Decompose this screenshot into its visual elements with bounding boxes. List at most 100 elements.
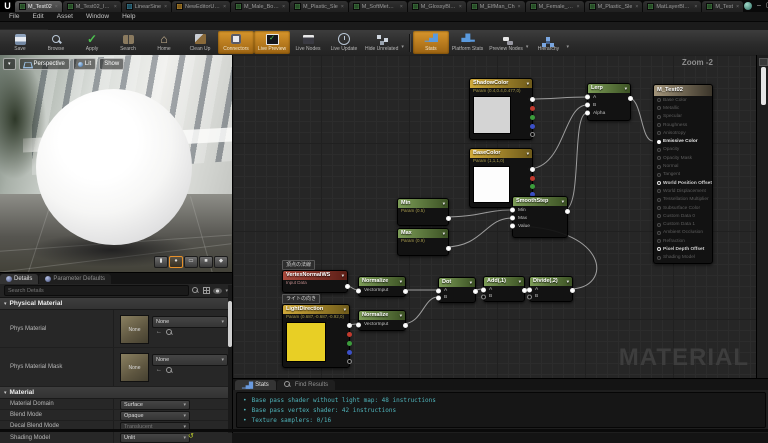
plane-shape-button[interactable]: ▭ [184, 256, 198, 268]
close-tab-icon[interactable]: × [459, 4, 462, 10]
output-pin[interactable] [570, 288, 575, 293]
output-pin-a[interactable] [347, 359, 352, 364]
cylinder-shape-button[interactable]: ▮ [154, 256, 168, 268]
doc-tab-m-test02-inst[interactable]: M_Test02_Inst× [63, 1, 121, 12]
output-pin-a[interactable] [530, 132, 535, 137]
live-update-toggle[interactable]: Live Update [326, 31, 362, 54]
material-domain-dropdown[interactable]: Surface▾ [120, 400, 190, 410]
node-normalize-2[interactable]: Normalize▾ VectorInput [358, 310, 406, 331]
material-pin-tangent[interactable]: Tangent [654, 171, 712, 179]
material-pin-anisotropy[interactable]: Anisotropy [654, 129, 712, 137]
display-filter-eye-icon[interactable] [213, 288, 222, 294]
output-pin[interactable] [473, 289, 478, 294]
color-swatch[interactable] [286, 322, 326, 362]
doc-tab-m-plastic-1[interactable]: M_Plastic_Sle× [290, 1, 348, 12]
output-pin[interactable] [403, 289, 408, 294]
node-add[interactable]: Add(,1)▾ A B [483, 276, 525, 302]
material-pin-subsurface-color[interactable]: Subsurface Color [654, 204, 712, 212]
input-pin-b[interactable] [436, 295, 441, 300]
close-tab-icon[interactable]: × [341, 4, 344, 10]
doc-tab-neweditorutility[interactable]: NewEditorUtility× [172, 1, 230, 12]
material-pin-opacity-mask[interactable]: Opacity Mask [654, 154, 712, 162]
tab-stats[interactable]: ▁▄█Stats [235, 380, 276, 390]
comment-light-direction[interactable]: ライトの向き [282, 294, 320, 304]
material-pin-metallic[interactable]: Metallic [654, 104, 712, 112]
doc-tab-m-elfman[interactable]: M_ElfMan_Ch× [467, 1, 525, 12]
collapsed-palette-strip[interactable] [756, 55, 768, 378]
property-matrix-icon[interactable] [203, 287, 210, 294]
output-pin[interactable] [345, 284, 350, 289]
input-pin-b[interactable] [527, 294, 532, 299]
apply-button[interactable]: ✓Apply [74, 31, 110, 54]
phys-material-thumbnail[interactable]: None [120, 315, 149, 344]
input-pin-vectorinput[interactable] [356, 322, 361, 327]
node-lightdirection[interactable]: LightDirection▾ Param (0.687,-0.687,-0.9… [282, 304, 350, 368]
lit-mode-button[interactable]: Lit [73, 58, 96, 70]
input-pin-min[interactable] [510, 208, 515, 213]
close-tab-icon[interactable]: × [518, 4, 521, 10]
hierarchy-caret[interactable]: ▾ [566, 44, 569, 50]
node-smoothstep[interactable]: SmoothStep▾ Min Max Value [512, 196, 568, 238]
save-button[interactable]: Save [2, 31, 38, 54]
material-pin-ambient-occlusion[interactable]: Ambient Occlusion [654, 229, 712, 237]
feedback-icon[interactable] [744, 2, 752, 10]
output-pin-g[interactable] [530, 115, 535, 120]
close-tab-icon[interactable]: × [223, 4, 226, 10]
hide-unrelated-options-caret[interactable]: ▾ [401, 44, 404, 50]
node-lerp[interactable]: Lerp▾ A B Alpha [587, 83, 631, 121]
menu-window[interactable]: Window [86, 13, 109, 20]
live-nodes-toggle[interactable]: Live Nodes [290, 31, 326, 54]
output-pin-rgba[interactable] [347, 323, 352, 328]
material-pin-refraction[interactable]: Refraction [654, 237, 712, 245]
phys-material-dropdown[interactable]: None▾ [152, 316, 228, 328]
output-pin[interactable] [565, 209, 570, 214]
menu-asset[interactable]: Asset [57, 13, 73, 20]
sphere-shape-button[interactable]: ● [169, 256, 183, 268]
output-pin-g[interactable] [347, 341, 352, 346]
tab-details[interactable]: Details [0, 274, 38, 284]
material-pin-custom-data-0[interactable]: Custom Data 0 [654, 212, 712, 220]
doc-tab-linearsine[interactable]: LinearSine× [122, 1, 171, 12]
node-max-param[interactable]: Max▾ Param (0.9) [397, 228, 449, 256]
material-pin-pixel-depth-offset[interactable]: Pixel Depth Offset [654, 245, 712, 253]
close-tab-icon[interactable]: × [164, 4, 167, 10]
output-pin[interactable] [403, 323, 408, 328]
input-pin-vectorinput[interactable] [356, 288, 361, 293]
output-pin[interactable] [446, 216, 451, 221]
browse-button[interactable]: Browse [38, 31, 74, 54]
node-min-param[interactable]: Min▾ Param (0.5) [397, 198, 449, 226]
input-pin-a[interactable] [585, 95, 590, 100]
input-pin-max[interactable] [510, 216, 515, 221]
show-button[interactable]: Show [99, 58, 124, 70]
material-pin-base-color[interactable]: Base Color [654, 96, 712, 104]
material-pin-tessellation-multiplier[interactable]: Tessellation Multiplier [654, 196, 712, 204]
viewport-options-button[interactable]: ▾ [3, 58, 16, 70]
node-material-output[interactable]: M_Test02 Base Color Metallic Specular Ro… [653, 84, 713, 264]
material-pin-shading-model[interactable]: Shading Model [654, 254, 712, 262]
input-pin-a[interactable] [436, 288, 441, 293]
preview-nodes-caret[interactable]: ▾ [526, 44, 529, 50]
minimize-button[interactable]: – [757, 1, 761, 11]
custom-mesh-button[interactable]: ◆ [214, 256, 228, 268]
search-button[interactable]: Search [110, 31, 146, 54]
output-pin[interactable] [628, 96, 633, 101]
hierarchy-button[interactable]: Hierarchy [530, 31, 566, 54]
platform-stats-toggle[interactable]: ▄█▂Platform Stats [449, 31, 486, 54]
input-pin-a[interactable] [481, 287, 486, 292]
close-tab-icon[interactable]: × [635, 4, 638, 10]
doc-tab-matlayerblend[interactable]: MatLayerBlend× [643, 1, 701, 12]
output-pin-r[interactable] [530, 106, 535, 111]
node-vertexnormalws[interactable]: VertexNormalWS▾ Input Data [282, 270, 348, 293]
material-pin-world-displacement[interactable]: World Displacement [654, 187, 712, 195]
perspective-button[interactable]: Perspective [19, 58, 70, 70]
browse-to-asset-icon[interactable] [166, 329, 174, 337]
menu-edit[interactable]: Edit [32, 13, 43, 20]
section-material[interactable]: ▾ Material [0, 387, 232, 399]
close-tab-icon[interactable]: × [736, 4, 739, 10]
color-swatch[interactable] [473, 96, 511, 134]
close-tab-icon[interactable]: × [577, 4, 580, 10]
output-pin-r[interactable] [530, 176, 535, 181]
use-selected-icon[interactable]: ← [156, 329, 162, 337]
doc-tab-m-plastic-2[interactable]: M_Plastic_Sle× [585, 1, 643, 12]
output-pin-rgba[interactable] [530, 167, 535, 172]
